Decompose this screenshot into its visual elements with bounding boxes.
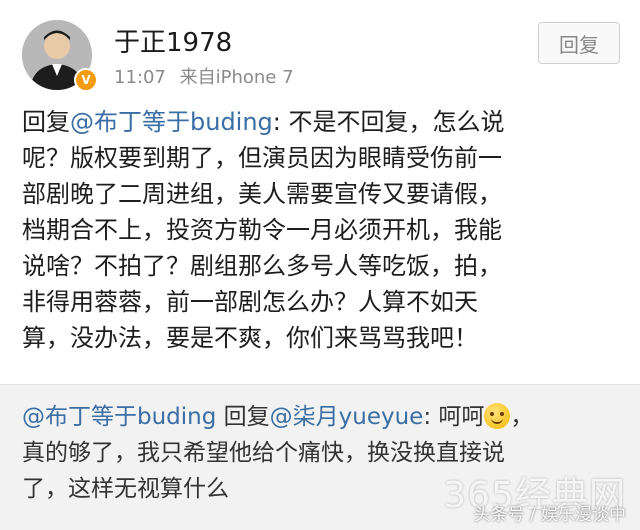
reply-button[interactable]: 回复 [538,22,620,64]
post-line-6: 非得用蓉蓉，前一部剧怎么办？人算不如天 [22,288,478,316]
watermark-source: 头条号 / 娱乐漫谈中 [473,505,626,525]
quoted-line-1-end: ， [510,404,534,430]
smile-emoji-icon [484,403,511,429]
reply-prefix: 回复 [22,108,70,136]
verified-badge-icon: V [74,68,98,92]
mention-link[interactable]: @布丁等于buding [70,108,273,136]
quoted-target-link[interactable]: @柒月yueyue [270,404,424,430]
post-line-3: 部剧晚了二周进组，美人需要宣传又要请假， [22,180,502,208]
quoted-reply-word: 回复 [216,404,270,430]
post-line-5: 说啥？不拍了？剧组那么多号人等吃饭，拍， [22,252,502,280]
post-line-1: 回复@布丁等于buding: 不是不回复，怎么说 [22,104,612,140]
quoted-author-link[interactable]: @布丁等于buding [22,404,216,430]
quoted-line-1: @布丁等于buding 回复@柒月yueyue: 呵呵 ， [22,399,622,435]
post-body: 回复@布丁等于buding: 不是不回复，怎么说 呢？版权要到期了，但演员因为眼… [22,104,612,356]
post-meta: 11:07 来自iPhone 7 [114,63,302,89]
post-header: V 于正1978 11:07 来自iPhone 7 回复 [0,0,640,100]
username[interactable]: 于正1978 [114,22,232,59]
quoted-line-1-text: : 呵呵 [423,404,485,430]
post-line-7: 算，没办法，要是不爽，你们来骂骂我吧！ [22,324,478,352]
post-line-2: 呢？版权要到期了，但演员因为眼睛受伤前一 [22,144,502,172]
post-source: 来自iPhone 7 [179,67,294,88]
post-line-4: 档期合不上，投资方勒令一月必须开机，我能 [22,216,502,244]
post-time: 11:07 [114,67,166,88]
post-line-1-text: : 不是不回复，怎么说 [272,108,505,136]
